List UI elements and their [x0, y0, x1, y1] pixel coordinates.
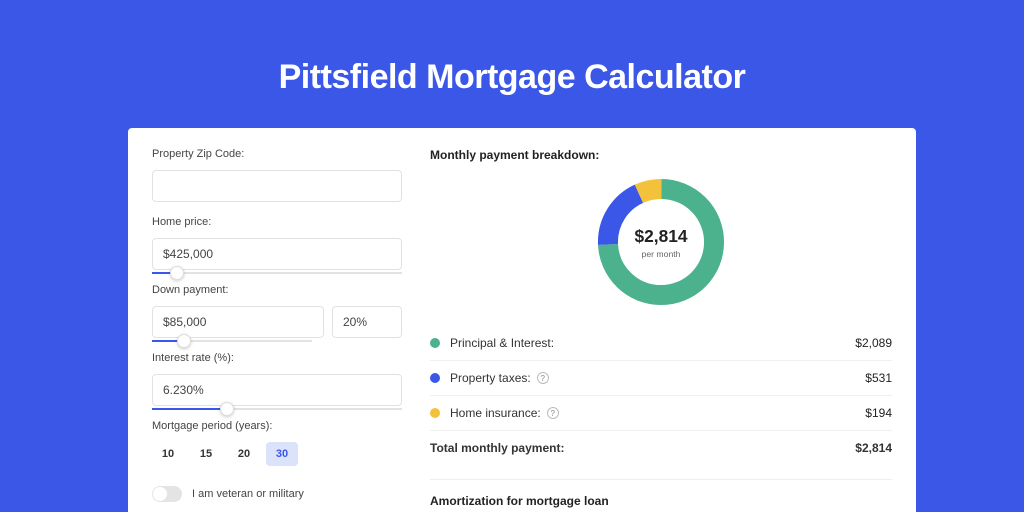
interest-input[interactable]: [152, 374, 402, 406]
veteran-toggle[interactable]: [152, 486, 182, 502]
period-options: 10 15 20 30: [152, 442, 402, 466]
legend-label: Property taxes:: [450, 371, 531, 385]
donut-center-value: $2,814: [635, 226, 688, 246]
total-label: Total monthly payment:: [430, 441, 855, 455]
amortization-title: Amortization for mortgage loan: [430, 494, 892, 508]
legend-value: $2,089: [855, 336, 892, 350]
total-value: $2,814: [855, 441, 892, 455]
down-payment-amount-input[interactable]: [152, 306, 324, 338]
info-icon[interactable]: ?: [537, 372, 549, 384]
legend-value: $194: [865, 406, 892, 420]
field-down-payment: Down payment:: [152, 284, 402, 338]
field-home-price: Home price:: [152, 216, 402, 270]
period-label: Mortgage period (years):: [152, 420, 402, 432]
legend-value: $531: [865, 371, 892, 385]
period-option-30[interactable]: 30: [266, 442, 298, 466]
down-payment-slider[interactable]: [152, 340, 312, 342]
zip-input[interactable]: [152, 170, 402, 202]
total-row: Total monthly payment: $2,814: [430, 430, 892, 465]
down-payment-percent-input[interactable]: [332, 306, 402, 338]
donut-chart: $2,814 per month: [591, 172, 731, 312]
zip-label: Property Zip Code:: [152, 148, 402, 160]
legend-label: Principal & Interest:: [450, 336, 554, 350]
legend: Principal & Interest: $2,089 Property ta…: [430, 326, 892, 465]
veteran-label: I am veteran or military: [192, 488, 304, 500]
period-option-20[interactable]: 20: [228, 442, 260, 466]
home-price-label: Home price:: [152, 216, 402, 228]
veteran-row: I am veteran or military: [152, 486, 402, 502]
dot-icon: [430, 338, 440, 348]
page-title: Pittsfield Mortgage Calculator: [0, 0, 1024, 97]
breakdown-title: Monthly payment breakdown:: [430, 148, 892, 162]
field-interest-rate: Interest rate (%):: [152, 352, 402, 406]
legend-row-property-taxes: Property taxes: ? $531: [430, 360, 892, 395]
amortization-section: Amortization for mortgage loan Amortizat…: [430, 479, 892, 512]
interest-label: Interest rate (%):: [152, 352, 402, 364]
breakdown-column: Monthly payment breakdown: $2,814 per mo…: [430, 148, 892, 512]
breakdown-donut: $2,814 per month: [430, 166, 892, 326]
home-price-slider[interactable]: [152, 272, 402, 274]
legend-row-home-insurance: Home insurance: ? $194: [430, 395, 892, 430]
donut-center-sub: per month: [642, 249, 681, 259]
period-option-15[interactable]: 15: [190, 442, 222, 466]
info-icon[interactable]: ?: [547, 407, 559, 419]
period-option-10[interactable]: 10: [152, 442, 184, 466]
field-mortgage-period: Mortgage period (years): 10 15 20 30: [152, 420, 402, 466]
field-zip: Property Zip Code:: [152, 148, 402, 202]
dot-icon: [430, 408, 440, 418]
interest-slider[interactable]: [152, 408, 402, 410]
calculator-panel: Property Zip Code: Home price: Down paym…: [128, 128, 916, 512]
home-price-input[interactable]: [152, 238, 402, 270]
dot-icon: [430, 373, 440, 383]
legend-label: Home insurance:: [450, 406, 541, 420]
form-column: Property Zip Code: Home price: Down paym…: [152, 148, 402, 512]
legend-row-principal-interest: Principal & Interest: $2,089: [430, 326, 892, 360]
down-payment-label: Down payment:: [152, 284, 402, 296]
